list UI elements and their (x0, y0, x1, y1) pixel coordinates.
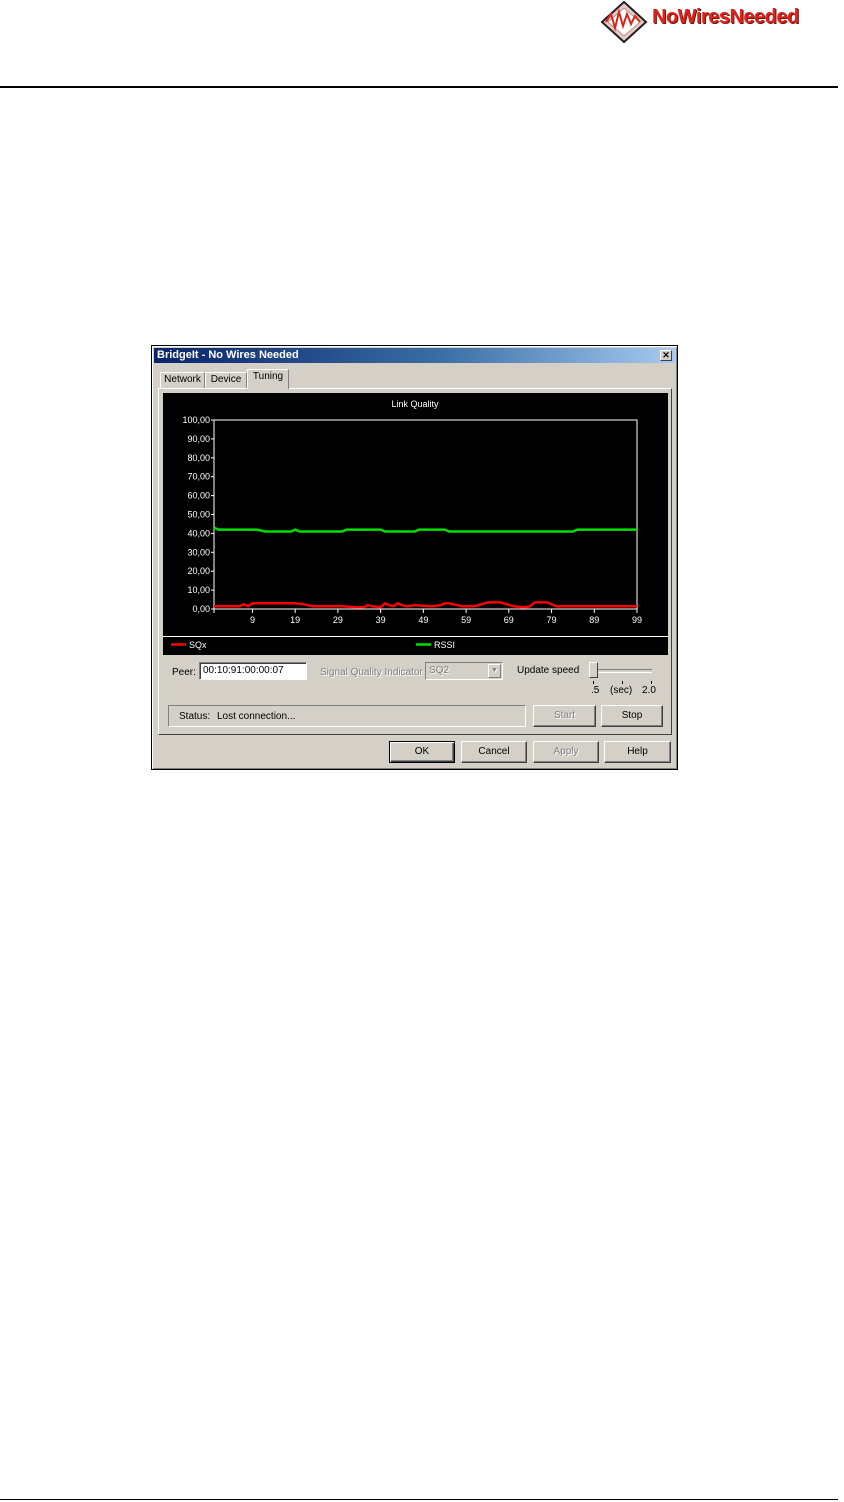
slider-tick (651, 681, 652, 684)
x-tick-label: 69 (504, 615, 514, 625)
signal-quality-select[interactable]: SQ2 ▼ (425, 662, 503, 680)
stop-button[interactable]: Stop (601, 705, 663, 727)
x-tick-label: 9 (250, 615, 255, 625)
peer-label: Peer: (172, 667, 196, 678)
y-tick-label: 80,00 (187, 453, 210, 463)
series-line-rssi (213, 526, 637, 533)
chart-title: Link Quality (391, 399, 439, 409)
start-button[interactable]: Start (533, 705, 596, 727)
ok-button[interactable]: OK (389, 741, 455, 763)
header-rule (0, 86, 838, 88)
x-tick-label: 39 (376, 615, 386, 625)
update-speed-max: 2.0 (642, 685, 656, 696)
apply-button[interactable]: Apply (533, 741, 599, 763)
y-tick-label: 10,00 (187, 585, 210, 595)
y-tick-label: 60,00 (187, 491, 210, 501)
peer-field[interactable]: 00:10:91:00:00:07 (199, 662, 307, 680)
chevron-down-icon[interactable]: ▼ (488, 664, 501, 678)
status-panel: Status: Lost connection... (168, 705, 526, 727)
update-speed-label: Update speed (517, 665, 580, 676)
y-tick-label: 20,00 (187, 566, 210, 576)
slider-tick (622, 681, 623, 684)
slider-tick (593, 681, 594, 684)
company-logo: NoWiresNeeded (596, 0, 844, 44)
link-quality-chart: Link Quality 0,00 10,00 20,00 30,00 40,00 50,… (163, 393, 668, 655)
footer-rule (0, 1499, 838, 1500)
y-tick-label: 100,00 (182, 415, 210, 425)
x-tick-label: 99 (632, 615, 642, 625)
y-tick-label: 70,00 (187, 472, 210, 482)
series-line-sqx (214, 601, 637, 609)
x-tick-label: 19 (290, 615, 300, 625)
y-tick-label: 40,00 (187, 528, 210, 538)
close-button[interactable]: ✕ (660, 350, 672, 361)
update-speed-slider-track[interactable] (594, 669, 652, 673)
tab-tuning[interactable]: Tuning (247, 369, 289, 389)
company-logo-text: NoWiresNeeded (652, 6, 799, 28)
x-tick-label: 89 (589, 615, 599, 625)
signal-quality-label: Signal Quality Indicator (320, 667, 423, 678)
legend-label-sqx: SQx (189, 640, 207, 650)
tab-tuning-label: Tuning (252, 371, 284, 382)
update-speed-min: .5 (591, 685, 600, 696)
status-label: Status: (179, 711, 211, 722)
x-tick-label: 59 (461, 615, 471, 625)
tab-device-label: Device (210, 374, 242, 385)
window-title: BridgeIt - No Wires Needed (157, 349, 299, 361)
y-tick-label: 50,00 (187, 510, 210, 520)
cancel-button[interactable]: Cancel (461, 741, 527, 763)
tab-network-label: Network (164, 374, 201, 385)
title-bar[interactable]: BridgeIt - No Wires Needed ✕ (154, 348, 675, 363)
bridgeit-dialog: BridgeIt - No Wires Needed ✕ Network Dev… (151, 345, 678, 770)
update-speed-unit: (sec) (610, 685, 633, 696)
status-text: Lost connection... (217, 711, 296, 722)
y-tick-label: 30,00 (187, 547, 210, 557)
update-speed-slider[interactable] (589, 662, 598, 678)
tab-network[interactable]: Network (160, 372, 205, 388)
tab-device[interactable]: Device (205, 372, 247, 388)
legend-label-rssi: RSSI (434, 640, 455, 650)
x-tick-label: 79 (547, 615, 557, 625)
help-button[interactable]: Help (604, 741, 671, 763)
signal-quality-value: SQ2 (429, 665, 450, 676)
close-icon: ✕ (662, 350, 670, 360)
company-logo-icon (600, 0, 648, 44)
x-tick-label: 29 (333, 615, 343, 625)
y-tick-label: 0,00 (192, 604, 210, 614)
plot-area (213, 419, 638, 610)
x-tick-label: 49 (418, 615, 428, 625)
y-tick-label: 90,00 (187, 434, 210, 444)
